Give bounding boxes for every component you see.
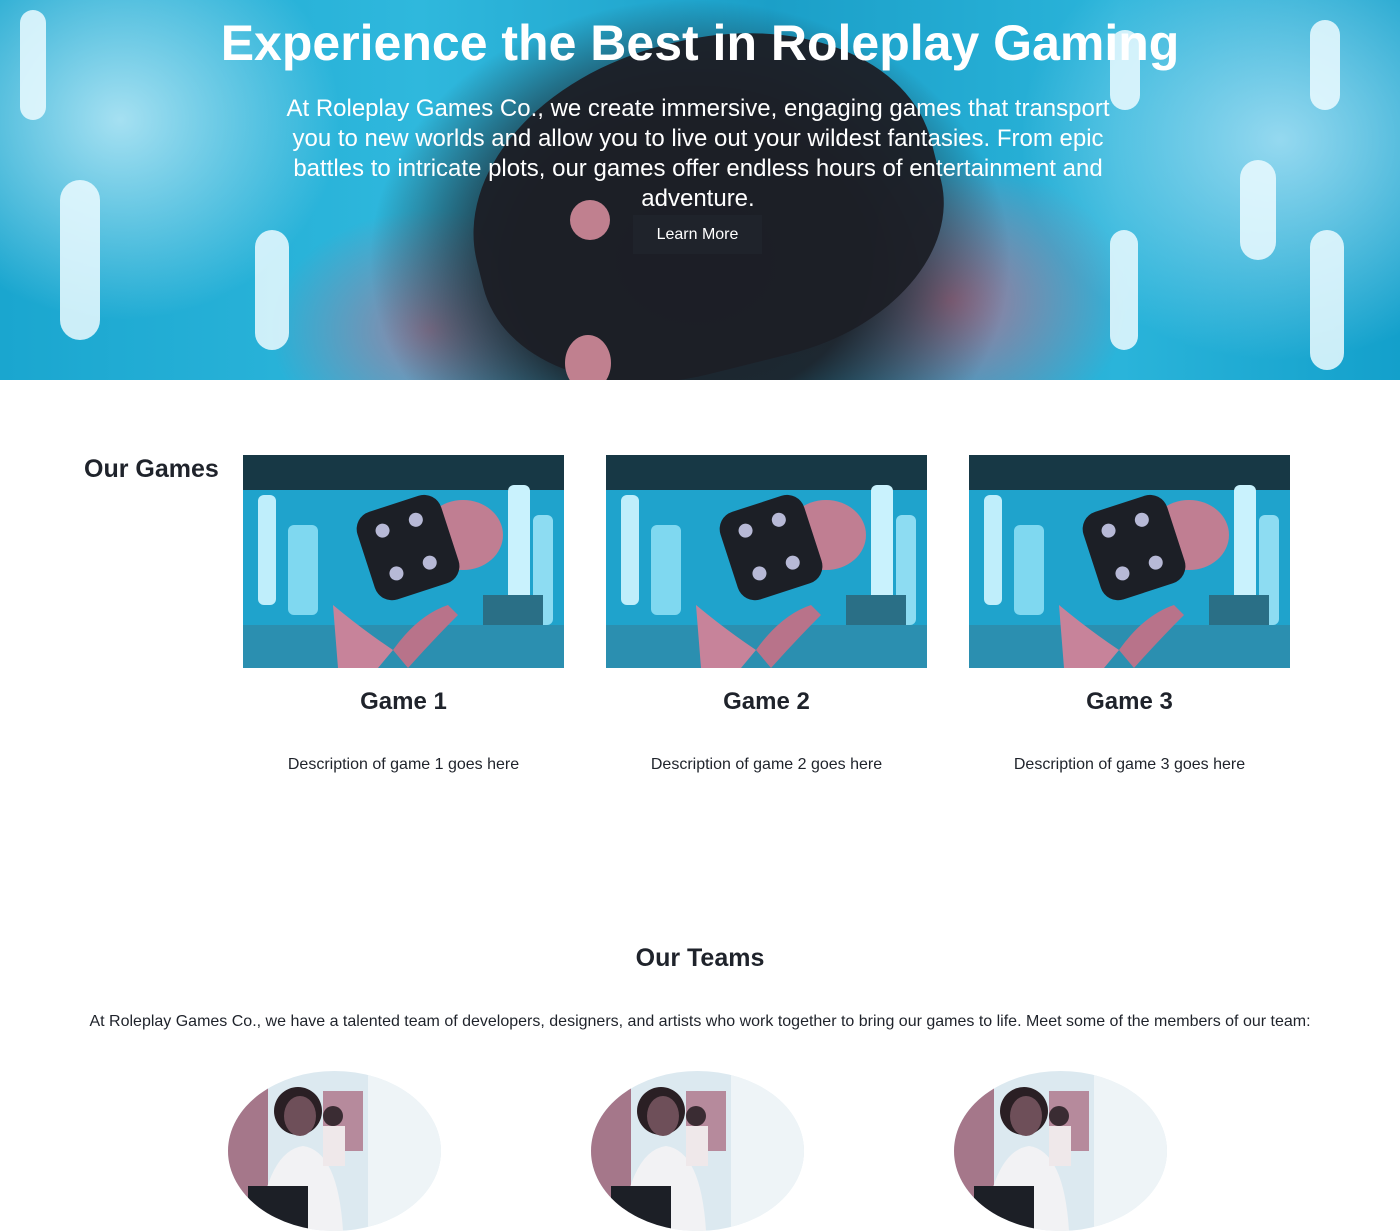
game-card[interactable]: Game 2 Description of game 2 goes here <box>606 455 927 795</box>
hero-background-light <box>1240 160 1276 260</box>
game-dice-image <box>969 455 1290 668</box>
games-section-heading: Our Games <box>84 455 219 483</box>
learn-more-button[interactable]: Learn More <box>633 215 762 254</box>
game-thumbnail[interactable] <box>606 455 927 668</box>
teams-description: At Roleplay Games Co., we have a talente… <box>89 1013 1311 1030</box>
game-dice-image <box>606 455 927 668</box>
game-description: Description of game 1 goes here <box>287 756 520 773</box>
team-member-avatar <box>228 1071 441 1231</box>
hero-title: Experience the Best in Roleplay Gaming <box>220 15 1180 71</box>
game-thumbnail[interactable] <box>243 455 564 668</box>
game-description: Description of game 2 goes here <box>650 756 883 773</box>
game-card[interactable]: Game 3 Description of game 3 goes here <box>969 455 1290 795</box>
hero-banner: Experience the Best in Roleplay Gaming A… <box>0 0 1400 380</box>
team-member-avatar <box>954 1071 1167 1231</box>
game-dice-image <box>243 455 564 668</box>
game-card[interactable]: Game 1 Description of game 1 goes here <box>243 455 564 795</box>
teams-section-heading: Our Teams <box>635 944 765 972</box>
hero-description: At Roleplay Games Co., we create immersi… <box>286 95 1110 212</box>
game-title: Game 2 <box>723 688 810 715</box>
game-title: Game 3 <box>1086 688 1173 715</box>
hero-background-light <box>1110 230 1138 350</box>
game-title: Game 1 <box>360 688 447 715</box>
hero-background-light <box>60 180 100 340</box>
game-description: Description of game 3 goes here <box>1013 756 1246 773</box>
hero-background-light <box>1310 230 1344 370</box>
team-member-photo <box>954 1071 1167 1231</box>
team-member-photo <box>228 1071 441 1231</box>
team-member-avatar <box>591 1071 804 1231</box>
team-member-photo <box>591 1071 804 1231</box>
hero-background-light <box>255 230 289 350</box>
game-thumbnail[interactable] <box>969 455 1290 668</box>
